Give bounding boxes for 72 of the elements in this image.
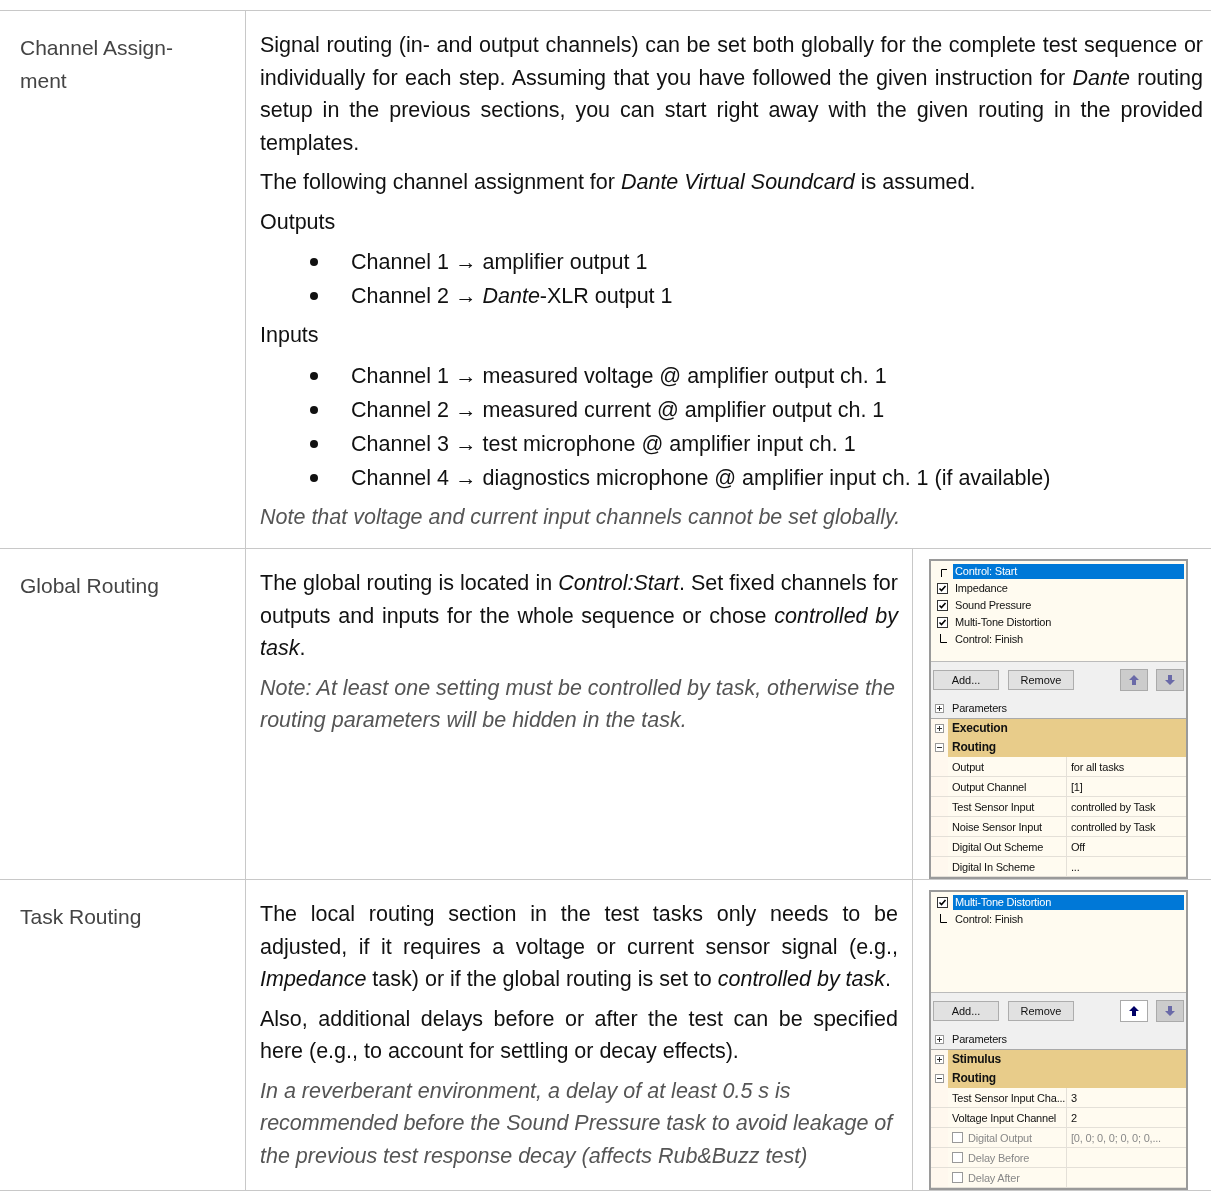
property-value[interactable]: controlled by Task: [1067, 797, 1186, 816]
list-item: Channel 2 → measured current @ amplifier output ch. 1: [351, 396, 885, 424]
property-value[interactable]: [0, 0; 0, 0; 0, 0; 0,...: [1067, 1128, 1186, 1147]
paragraph: Signal routing (in- and output channels) can be set both globally for the complete test sequence or individually for each step. Assuming that you have followed the given instruction for Dante routing setup in the previous sections, you can start right away with the given routing in the provided templates.: [260, 32, 1203, 157]
expand-icon: [935, 1034, 944, 1044]
task-item[interactable]: Control: Start: [953, 564, 1184, 579]
arrow-icon: [1128, 1005, 1140, 1017]
checkbox[interactable]: [952, 1172, 963, 1183]
task-item[interactable]: Sound Pressure: [953, 598, 1184, 613]
collapse-icon[interactable]: [935, 1074, 944, 1083]
property-value[interactable]: ...: [1067, 857, 1186, 876]
dialog-button[interactable]: Add...: [933, 670, 999, 690]
move-down-button[interactable]: [1156, 669, 1184, 691]
section-label: Parameters: [952, 1033, 1007, 1045]
task-item[interactable]: Impedance: [953, 581, 1184, 596]
task-item[interactable]: Control: Finish: [953, 912, 1184, 927]
list-item: Channel 1 → measured voltage @ amplifier output ch. 1: [351, 362, 887, 390]
checkbox[interactable]: [952, 1152, 963, 1163]
property-label: Delay Before: [968, 1151, 1030, 1164]
bullet-icon: [310, 473, 318, 482]
bullet-icon: [310, 439, 318, 448]
paragraph: Also, additional delays before or after the test can be specified here (e.g., to account for settling or decay effects).: [260, 1005, 898, 1065]
task-item[interactable]: Multi-Tone Distortion: [953, 895, 1184, 910]
property-value[interactable]: controlled by Task: [1067, 817, 1186, 836]
arrow-icon: [1128, 674, 1140, 686]
property-value[interactable]: 2: [1067, 1108, 1186, 1127]
list-item: Channel 4 → diagnostics microphone @ amplifier input ch. 1 (if available): [351, 464, 1051, 492]
row-label: Channel Assign-ment: [20, 35, 174, 94]
note-text: In a reverberant environment, a delay of at least 0.5 s is recommended before the Sound Pressure task to avoid leakage of the previous test response decay (affects Rub&Buzz test): [260, 1077, 895, 1170]
tree-end-icon: [937, 634, 948, 645]
note-text: Note: At least one setting must be controlled by task, otherwise the routing parameters will be hidden in the task.: [260, 674, 896, 734]
move-down-button[interactable]: [1156, 1000, 1184, 1022]
collapse-icon[interactable]: [935, 743, 944, 752]
expand-icon[interactable]: [935, 1055, 944, 1064]
bullet-icon: [310, 405, 318, 414]
task-item[interactable]: Control: Finish: [953, 632, 1184, 647]
row-label: Task Routing: [20, 904, 143, 930]
checkbox[interactable]: [937, 617, 948, 628]
checkbox[interactable]: [937, 600, 948, 611]
dialog-button[interactable]: Remove: [1008, 1001, 1074, 1021]
note-text: Note that voltage and current input channels cannot be set globally.: [260, 503, 902, 531]
list-heading: Outputs: [260, 208, 337, 236]
paragraph: The following channel assignment for Dante Virtual Soundcard is assumed.: [260, 169, 977, 196]
row-label: Global Routing: [20, 573, 160, 599]
list-item: Channel 2 → Dante-XLR output 1: [351, 283, 673, 310]
property-value[interactable]: [1]: [1067, 777, 1186, 796]
task-item[interactable]: Multi-Tone Distortion: [953, 615, 1184, 630]
list-heading: Inputs: [260, 322, 320, 349]
arrow-icon: [1164, 674, 1176, 686]
bullet-icon: [310, 258, 318, 266]
arrow-icon: [1164, 1005, 1176, 1017]
tree-end-icon: [937, 914, 948, 925]
list-item: Channel 3 → test microphone @ amplifier input ch. 1: [351, 430, 856, 458]
property-label: Digital Output: [968, 1131, 1032, 1144]
property-value[interactable]: Off: [1067, 837, 1186, 856]
property-label: Delay After: [968, 1171, 1020, 1184]
checkbox[interactable]: [937, 583, 948, 594]
checkbox[interactable]: [952, 1132, 963, 1143]
paragraph: The global routing is located in Control:Start. Set fixed channels for outputs and inputs for the whole sequence or chose controlled by task.: [260, 570, 898, 662]
bullet-icon: [310, 371, 318, 380]
expand-icon[interactable]: [935, 724, 944, 733]
move-up-button[interactable]: [1120, 1000, 1148, 1022]
property-value[interactable]: for all tasks: [1067, 757, 1186, 776]
dialog-button[interactable]: Add...: [933, 1001, 999, 1021]
section-label: Parameters: [952, 702, 1007, 714]
paragraph: The local routing section in the test tasks only needs to be adjusted, if it requires a voltage or current sensor signal (e.g., Impedance task) or if the global routing is set to controlled by task.: [260, 901, 898, 993]
bullet-icon: [310, 292, 318, 300]
checkbox[interactable]: [937, 897, 948, 908]
expand-icon: [935, 703, 944, 713]
list-item: Channel 1 → amplifier output 1: [351, 249, 648, 276]
property-value[interactable]: 3: [1067, 1088, 1186, 1107]
dialog-button[interactable]: Remove: [1008, 670, 1074, 690]
